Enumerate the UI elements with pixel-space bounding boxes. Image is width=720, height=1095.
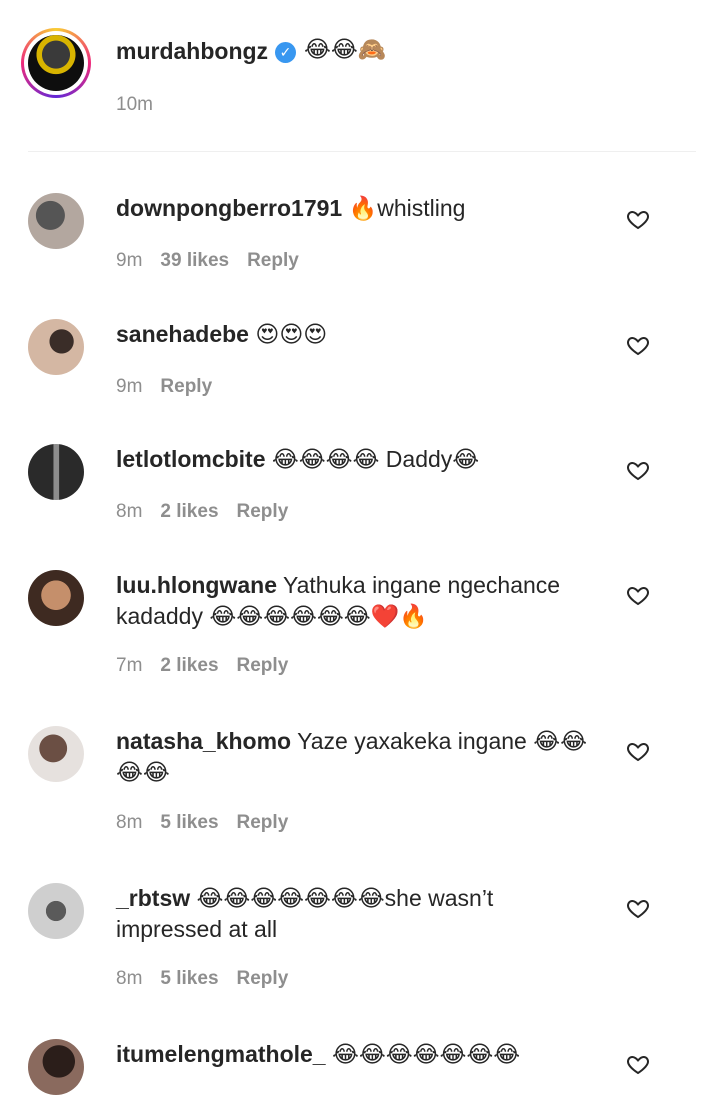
reply-button[interactable]: Reply <box>160 376 212 397</box>
comment-meta: 8m 5 likes Reply <box>116 968 306 990</box>
divider <box>28 151 696 152</box>
comment-meta: 9m 39 likes Reply <box>116 250 317 272</box>
comment-username[interactable]: sanehadebe <box>116 321 249 347</box>
comment-username[interactable]: natasha_khomo <box>116 728 291 754</box>
heart-outline-icon[interactable] <box>626 333 650 357</box>
comment-meta: 7m 2 likes Reply <box>116 655 306 677</box>
reply-button[interactable]: Reply <box>237 655 289 676</box>
comment-text: sanehadebe 😍😍😍 <box>116 319 596 350</box>
comment-time: 8m <box>116 501 143 522</box>
comment-body: 😂😂😂😂😂😂😂 <box>332 1041 521 1067</box>
heart-outline-icon[interactable] <box>626 583 650 607</box>
likes-count[interactable]: 5 likes <box>160 812 218 833</box>
comment-time: 8m <box>116 968 143 989</box>
comment-text: letlotlomcbite 😂😂😂😂 Daddy😂 <box>116 444 596 475</box>
comment-text: _rbtsw 😂😂😂😂😂😂😂she wasn’t impressed at al… <box>116 883 596 945</box>
comment-username[interactable]: _rbtsw <box>116 885 190 911</box>
heart-outline-icon[interactable] <box>626 1052 650 1076</box>
heart-outline-icon[interactable] <box>626 207 650 231</box>
comment-meta: 8m 5 likes Reply <box>116 812 306 834</box>
comment-text: luu.hlongwane Yathuka ingane ngechance k… <box>116 570 596 632</box>
comment-meta: 9m Reply <box>116 376 230 398</box>
comment-text: natasha_khomo Yaze yaxakeka ingane 😂😂😂😂 <box>116 726 596 788</box>
avatar[interactable] <box>28 193 84 249</box>
comment-time: 8m <box>116 812 143 833</box>
comment-username[interactable]: luu.hlongwane <box>116 572 277 598</box>
comment-username[interactable]: downpongberro1791 <box>116 195 342 221</box>
likes-count[interactable]: 2 likes <box>160 655 218 676</box>
verified-badge-icon: ✓ <box>275 42 296 63</box>
likes-count[interactable]: 5 likes <box>160 968 218 989</box>
comment-body: 😍😍😍 <box>255 321 328 347</box>
reply-button[interactable]: Reply <box>247 250 299 271</box>
comment-time: 9m <box>116 376 143 397</box>
avatar[interactable] <box>28 444 84 500</box>
heart-outline-icon[interactable] <box>626 896 650 920</box>
avatar[interactable] <box>28 883 84 939</box>
caption-time: 10m <box>116 94 153 115</box>
post-caption: murdahbongz ✓ 😂😂🙈 10m <box>0 0 720 150</box>
avatar[interactable] <box>28 1039 84 1095</box>
comment-time: 7m <box>116 655 143 676</box>
reply-button[interactable]: Reply <box>237 968 289 989</box>
comment-username[interactable]: letlotlomcbite <box>116 446 266 472</box>
heart-outline-icon[interactable] <box>626 458 650 482</box>
caption-text: 😂😂🙈 <box>304 36 387 62</box>
heart-outline-icon[interactable] <box>626 739 650 763</box>
comment-username[interactable]: itumelengmathole_ <box>116 1041 326 1067</box>
reply-button[interactable]: Reply <box>237 501 289 522</box>
reply-button[interactable]: Reply <box>237 812 289 833</box>
likes-count[interactable]: 39 likes <box>160 250 229 271</box>
likes-count[interactable]: 2 likes <box>160 501 218 522</box>
avatar[interactable] <box>28 319 84 375</box>
comment-text: itumelengmathole_ 😂😂😂😂😂😂😂 <box>116 1039 596 1070</box>
comment-body: 🔥whistling <box>348 195 466 221</box>
caption-avatar[interactable] <box>21 28 91 98</box>
comment-meta: 8m 2 likes Reply <box>116 501 306 523</box>
avatar[interactable] <box>28 570 84 626</box>
comment-text: downpongberro1791 🔥whistling <box>116 193 596 224</box>
avatar[interactable] <box>28 726 84 782</box>
comment-body: 😂😂😂😂 Daddy😂 <box>271 446 480 472</box>
comment-time: 9m <box>116 250 143 271</box>
caption-username[interactable]: murdahbongz <box>116 38 268 65</box>
